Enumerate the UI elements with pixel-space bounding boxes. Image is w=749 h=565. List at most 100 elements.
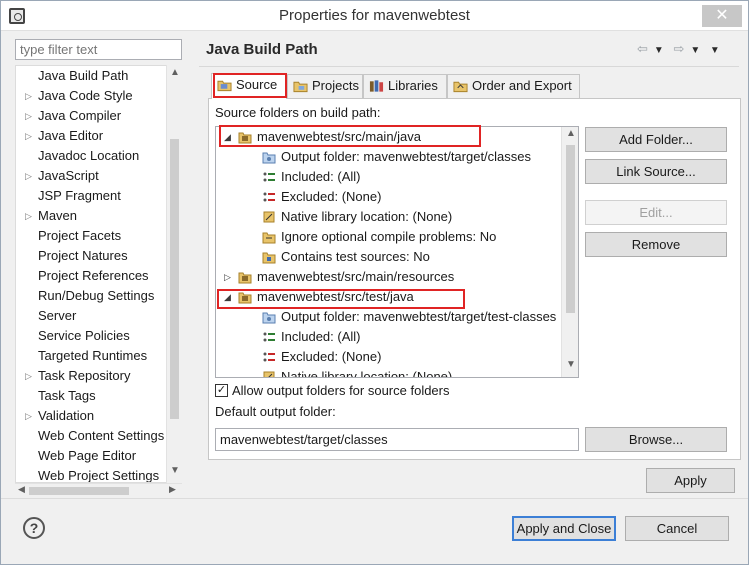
edit-button[interactable]: Edit... (585, 200, 727, 225)
nav-item-label: Targeted Runtimes (38, 348, 148, 363)
scroll-thumb[interactable] (170, 139, 179, 419)
output-folder-icon (262, 150, 276, 164)
nav-item-label: Project Natures (38, 248, 128, 263)
remove-button[interactable]: Remove (585, 232, 727, 257)
nav-item-label: Task Tags (38, 388, 96, 403)
nav-item[interactable]: ▷ Maven (16, 206, 168, 226)
nav-horizontal-scrollbar[interactable]: ◀ ▶ (15, 483, 182, 497)
nav-item-label: Validation (38, 408, 95, 423)
link-source-button[interactable]: Link Source... (585, 159, 727, 184)
output-folder-icon (262, 310, 276, 324)
nav-item-label: JavaScript (38, 168, 99, 183)
tab-source[interactable]: Source (211, 73, 287, 99)
nav-vertical-scrollbar[interactable]: ▲ ▼ (166, 65, 182, 483)
nav-item[interactable]: Web Page Editor (16, 446, 168, 466)
nav-item[interactable]: ▷ JavaScript (16, 166, 168, 186)
nav-tree: Java Build Path ▷ Java Code Style ▷ Java Com… (15, 65, 182, 483)
allow-output-label: Allow output folders for source folders (232, 383, 450, 398)
footer-divider (1, 498, 748, 499)
scroll-down-icon[interactable]: ▼ (170, 465, 180, 476)
scroll-thumb-horizontal[interactable] (29, 487, 129, 495)
filter-input[interactable] (15, 39, 182, 60)
excluded-icon (262, 190, 276, 204)
nav-item[interactable]: ▷ Validation (16, 406, 168, 426)
nav-item[interactable]: ▷ Java Editor (16, 126, 168, 146)
allow-output-checkbox[interactable]: ✓ (215, 384, 228, 397)
scroll-left-icon[interactable]: ◀ (18, 484, 25, 495)
expand-arrow-icon[interactable]: ▷ (25, 166, 35, 186)
tree-item-label: Contains test sources: No (281, 249, 430, 264)
nav-item-label: Server (38, 308, 77, 323)
nav-item-label: JSP Fragment (38, 188, 121, 203)
expand-arrow-icon[interactable]: ▷ (25, 126, 35, 146)
nav-item[interactable]: Web Content Settings (16, 426, 168, 446)
libraries-icon (369, 80, 384, 92)
tree-vertical-scrollbar[interactable]: ▲ ▼ (561, 127, 578, 377)
tree-item-label: mavenwebtest/src/test/java (257, 289, 414, 304)
tab-order-export[interactable]: Order and Export (447, 74, 580, 98)
nav-item[interactable]: Service Policies (16, 326, 168, 346)
expand-arrow-icon[interactable]: ▷ (25, 86, 35, 106)
scroll-right-icon[interactable]: ▶ (169, 484, 176, 495)
nav-item[interactable]: Project References (16, 266, 168, 286)
nav-item[interactable]: ▷ Java Code Style (16, 86, 168, 106)
tree-item-label: Native library location: (None) (281, 209, 453, 224)
nav-item[interactable]: Java Build Path (16, 66, 168, 86)
nav-item[interactable]: Project Natures (16, 246, 168, 266)
scroll-thumb[interactable] (566, 145, 575, 313)
native-library-icon (262, 210, 276, 224)
tree-item-label: mavenwebtest/src/main/resources (257, 269, 455, 284)
tree-item-label: Excluded: (None) (281, 349, 382, 364)
tree-item-label: Included: (All) (281, 169, 361, 184)
nav-item[interactable]: Task Tags (16, 386, 168, 406)
cancel-button[interactable]: Cancel (625, 516, 729, 541)
tab-projects[interactable]: Projects (287, 74, 363, 98)
view-menu-icon[interactable]: ▼ (710, 45, 720, 56)
expand-arrow-icon[interactable]: ▷ (25, 206, 35, 226)
tree-item-label: Native library location: (None) (281, 369, 453, 378)
tree-item-label: Output folder: mavenwebtest/target/class… (281, 149, 532, 164)
nav-item-label: Java Build Path (38, 66, 129, 86)
expand-arrow-icon[interactable]: ▷ (25, 366, 35, 386)
browse-button[interactable]: Browse... (585, 427, 727, 452)
tab-libraries[interactable]: Libraries (363, 74, 447, 98)
forward-icon[interactable]: ⇨ (673, 41, 684, 57)
expand-arrow-icon[interactable]: ▷ (25, 406, 35, 426)
nav-item-label: Web Project Settings (38, 468, 160, 483)
nav-item[interactable]: Web Project Settings (16, 466, 168, 483)
package-folder-icon (238, 270, 252, 284)
nav-item[interactable]: Server (16, 306, 168, 326)
scroll-down-icon[interactable]: ▼ (566, 359, 576, 370)
help-icon[interactable]: ? (23, 517, 45, 539)
title-bar: Properties for mavenwebtest ✕ (1, 1, 748, 31)
nav-item[interactable]: Project Facets (16, 226, 168, 246)
excluded-icon (262, 350, 276, 364)
order-export-icon (453, 81, 468, 93)
scroll-up-icon[interactable]: ▲ (170, 67, 180, 78)
nav-item[interactable]: Javadoc Location (16, 146, 168, 166)
forward-menu-icon[interactable]: ▼ (690, 45, 700, 56)
nav-item[interactable]: Run/Debug Settings (16, 286, 168, 306)
nav-item[interactable]: JSP Fragment (16, 186, 168, 206)
collapse-arrow-icon[interactable]: ◢ (224, 287, 234, 307)
nav-item[interactable]: Targeted Runtimes (16, 346, 168, 366)
properties-dialog: Properties for mavenwebtest ✕ Java Build… (0, 0, 749, 565)
close-button[interactable]: ✕ (702, 5, 742, 27)
tab-label: Projects (312, 78, 359, 93)
apply-button[interactable]: Apply (646, 468, 735, 493)
tree-item-label: mavenwebtest/src/main/java (257, 129, 422, 144)
add-folder-button[interactable]: Add Folder... (585, 127, 727, 152)
expand-arrow-icon[interactable]: ▷ (25, 106, 35, 126)
expand-arrow-icon[interactable]: ▷ (224, 267, 234, 287)
apply-and-close-button[interactable]: Apply and Close (512, 516, 616, 541)
native-library-icon (262, 370, 276, 377)
window-title: Properties for mavenwebtest (279, 7, 470, 24)
nav-item-label: Task Repository (38, 368, 131, 383)
collapse-arrow-icon[interactable]: ◢ (224, 127, 234, 147)
nav-item[interactable]: ▷ Task Repository (16, 366, 168, 386)
back-icon[interactable]: ⇦ (637, 41, 648, 57)
scroll-up-icon[interactable]: ▲ (566, 128, 576, 139)
nav-item[interactable]: ▷ Java Compiler (16, 106, 168, 126)
default-output-field[interactable] (215, 428, 579, 451)
back-menu-icon[interactable]: ▼ (654, 45, 664, 56)
